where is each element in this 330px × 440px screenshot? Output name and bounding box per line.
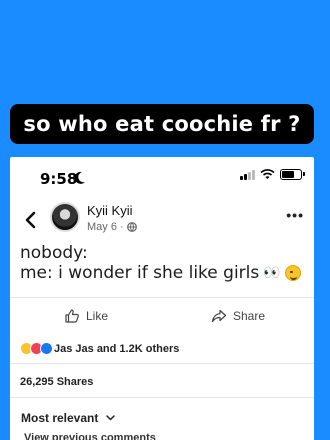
- post-date: May 6 ·: [87, 221, 124, 233]
- post-header: Kyii Kyii May 6 · •••: [10, 199, 314, 243]
- chevron-down-icon: [106, 414, 116, 421]
- share-label: Share: [232, 308, 266, 323]
- view-previous-comments-link[interactable]: View previous comments: [24, 432, 156, 440]
- thumbs-up-icon: [65, 308, 79, 323]
- moon-icon: [74, 171, 85, 184]
- like-reaction-icon: [40, 342, 53, 355]
- post-line-1: nobody:: [20, 243, 88, 263]
- status-time: 9:58: [40, 170, 78, 188]
- reactions-summary[interactable]: Jas Jas and 1.2K others: [20, 342, 179, 355]
- wifi-icon: [260, 169, 275, 179]
- shares-count-row[interactable]: 26,295 Shares: [10, 363, 314, 401]
- caption-text: so who eat coochie fr ?: [23, 112, 301, 136]
- status-icons: [240, 169, 305, 180]
- post-body: nobody: me: i wonder if she like girls 👀: [10, 243, 314, 283]
- avatar[interactable]: [50, 202, 80, 232]
- post-actions: Like Share: [10, 297, 314, 333]
- reactions-text: Jas Jas and 1.2K others: [54, 342, 180, 355]
- like-button[interactable]: Like: [10, 308, 162, 324]
- laughing-face-icon: [284, 265, 301, 281]
- back-arrow-icon[interactable]: [24, 211, 38, 229]
- sort-label: Most relevant: [21, 410, 99, 425]
- globe-icon: [126, 222, 137, 232]
- share-button[interactable]: Share: [162, 308, 314, 324]
- comment-sort-dropdown[interactable]: Most relevant: [10, 397, 314, 429]
- signal-icon: [240, 169, 255, 180]
- caption-banner: so who eat coochie fr ?: [10, 104, 314, 144]
- like-label: Like: [85, 308, 108, 323]
- post-line-2-row: me: i wonder if she like girls 👀: [20, 263, 304, 283]
- post-line-2: me: i wonder if she like girls: [20, 263, 260, 283]
- more-options-icon[interactable]: •••: [286, 207, 304, 223]
- eyes-emoji: 👀: [263, 265, 281, 281]
- reaction-icons: [20, 342, 53, 355]
- battery-icon: [280, 169, 305, 180]
- screenshot-panel: 9:58 Kyii Kyii May 6 · ••• nobody: me: i…: [10, 157, 314, 440]
- share-arrow-icon: [211, 309, 227, 322]
- post-meta: May 6 ·: [87, 221, 137, 233]
- status-bar: 9:58: [10, 157, 314, 199]
- shares-count: 26,295 Shares: [20, 376, 94, 388]
- author-name[interactable]: Kyii Kyii: [87, 203, 133, 218]
